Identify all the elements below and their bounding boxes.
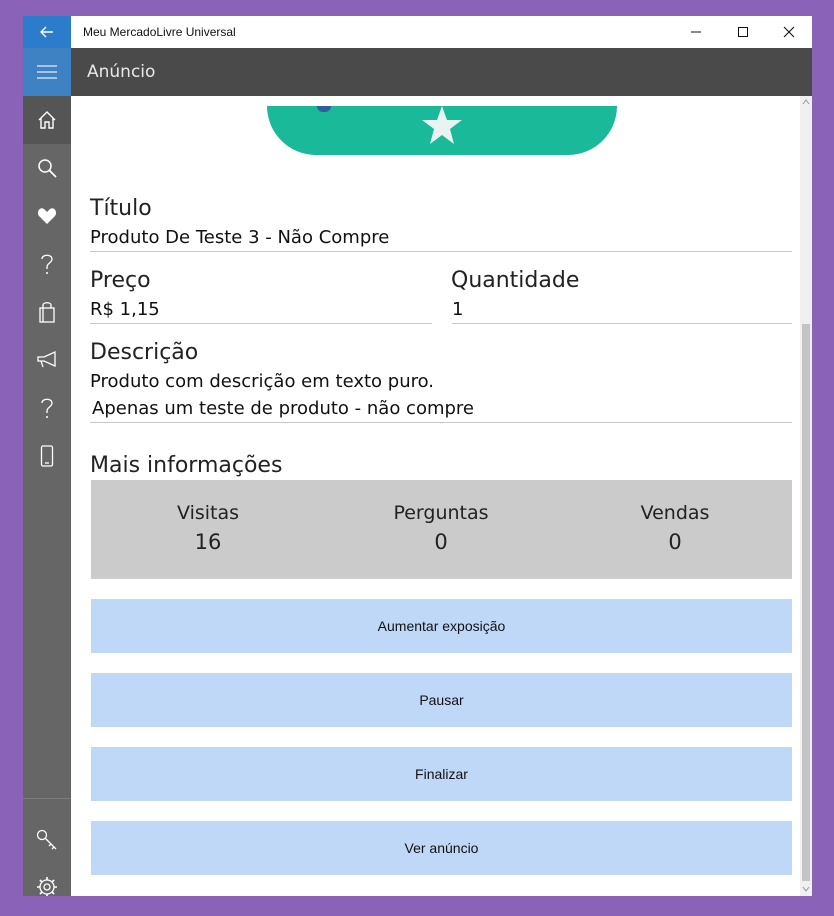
heart-icon bbox=[37, 208, 57, 224]
sidebar-item-questions[interactable] bbox=[23, 240, 71, 288]
boost-exposure-button[interactable]: Aumentar exposição bbox=[91, 599, 792, 653]
scrollbar[interactable] bbox=[800, 96, 812, 896]
description-underline bbox=[90, 422, 792, 423]
sidebar bbox=[23, 96, 71, 896]
scroll-down-icon[interactable] bbox=[802, 886, 810, 892]
minimize-icon bbox=[691, 31, 701, 33]
scroll-thumb[interactable] bbox=[802, 324, 810, 881]
maximize-icon bbox=[738, 27, 748, 37]
stat-sales: Vendas 0 bbox=[558, 502, 792, 554]
stat-questions: Perguntas 0 bbox=[324, 502, 558, 554]
stat-value: 0 bbox=[434, 530, 448, 554]
finish-button[interactable]: Finalizar bbox=[91, 747, 792, 801]
shopping-bag-icon bbox=[39, 302, 55, 323]
gear-icon bbox=[37, 877, 57, 896]
sidebar-item-home[interactable] bbox=[23, 96, 71, 144]
maximize-button[interactable] bbox=[720, 16, 766, 48]
title-underline bbox=[90, 251, 792, 252]
stat-label: Vendas bbox=[640, 502, 710, 524]
stat-label: Visitas bbox=[176, 502, 240, 524]
listing-content: Título Produto De Teste 3 - Não Compre P… bbox=[71, 96, 812, 896]
back-arrow-icon bbox=[40, 26, 53, 38]
sidebar-item-device[interactable] bbox=[23, 432, 71, 480]
title-field[interactable]: Produto De Teste 3 - Não Compre bbox=[90, 227, 389, 248]
stat-label: Perguntas bbox=[393, 502, 489, 524]
quantity-underline bbox=[452, 323, 792, 324]
sidebar-item-settings[interactable] bbox=[23, 863, 71, 896]
app-window: Meu MercadoLivre Universal Anúncio Títul… bbox=[23, 16, 812, 896]
sidebar-item-search[interactable] bbox=[23, 144, 71, 192]
description-label: Descrição bbox=[90, 340, 199, 365]
price-field[interactable]: R$ 1,15 bbox=[90, 299, 160, 320]
title-label: Título bbox=[90, 196, 152, 221]
price-label: Preço bbox=[90, 268, 151, 293]
pause-button[interactable]: Pausar bbox=[91, 673, 792, 727]
sidebar-item-account[interactable] bbox=[23, 816, 71, 864]
view-listing-button[interactable]: Ver anúncio bbox=[91, 821, 792, 875]
image-accent bbox=[317, 106, 331, 112]
megaphone-icon bbox=[37, 351, 56, 368]
title-bar: Meu MercadoLivre Universal bbox=[23, 16, 812, 48]
sidebar-item-announcements[interactable] bbox=[23, 336, 71, 384]
hamburger-icon bbox=[37, 65, 57, 79]
quantity-label: Quantidade bbox=[451, 268, 580, 293]
question-icon bbox=[41, 254, 53, 274]
page-title: Anúncio bbox=[87, 62, 156, 82]
sidebar-divider bbox=[23, 798, 71, 799]
scroll-up-icon[interactable] bbox=[802, 99, 810, 105]
stats-panel: Visitas 16 Perguntas 0 Vendas 0 bbox=[91, 480, 792, 579]
stat-value: 0 bbox=[668, 530, 682, 554]
product-image bbox=[267, 106, 617, 155]
close-icon bbox=[783, 26, 795, 38]
star-icon bbox=[422, 106, 462, 144]
stat-visits: Visitas 16 bbox=[91, 502, 325, 554]
description-line-2: Apenas um teste de produto - não compre bbox=[92, 398, 475, 419]
window-title: Meu MercadoLivre Universal bbox=[83, 25, 236, 39]
search-icon bbox=[38, 159, 57, 178]
sidebar-item-help[interactable] bbox=[23, 384, 71, 432]
description-line-1: Produto com descrição em texto puro. bbox=[90, 371, 435, 392]
key-icon bbox=[36, 829, 57, 850]
menu-button[interactable] bbox=[23, 48, 71, 96]
home-icon bbox=[38, 111, 56, 129]
more-info-heading: Mais informações bbox=[90, 453, 283, 478]
question-icon bbox=[41, 398, 53, 418]
phone-icon bbox=[40, 445, 54, 467]
sidebar-item-purchases[interactable] bbox=[23, 288, 71, 336]
header-bar: Anúncio bbox=[71, 48, 812, 96]
quantity-field[interactable]: 1 bbox=[452, 299, 463, 320]
price-underline bbox=[90, 323, 432, 324]
stat-value: 16 bbox=[194, 530, 222, 554]
minimize-button[interactable] bbox=[673, 16, 719, 48]
close-button[interactable] bbox=[766, 16, 812, 48]
sidebar-item-favorites[interactable] bbox=[23, 192, 71, 240]
back-button[interactable] bbox=[23, 16, 71, 48]
